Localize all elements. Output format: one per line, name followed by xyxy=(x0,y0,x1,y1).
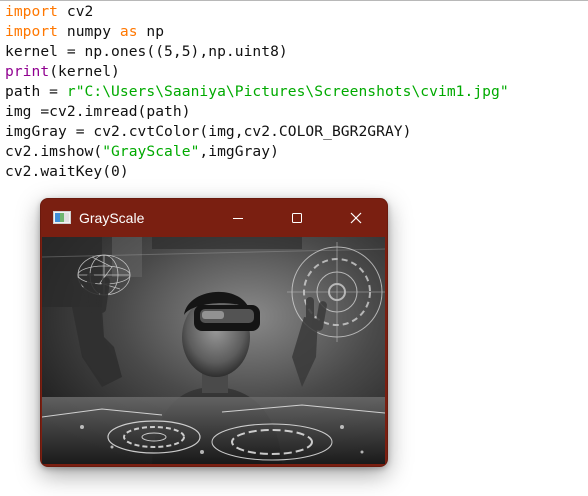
code-lines: import cv2 import numpy as np kernel = np.… xyxy=(5,2,509,182)
code-token: ,imgGray) xyxy=(199,143,279,160)
code-line: cv2.waitKey(0) xyxy=(5,162,509,182)
code-token: kernel = np.ones((5,5),np.uint8) xyxy=(5,43,288,60)
code-line: imgGray = cv2.cvtColor(img,cv2.COLOR_BGR… xyxy=(5,122,509,142)
code-token: cv2.waitKey(0) xyxy=(5,163,129,180)
grayscale-photo xyxy=(42,237,385,464)
grayscale-image xyxy=(42,237,385,464)
minimize-button[interactable] xyxy=(215,199,261,237)
code-token: path = xyxy=(5,83,67,100)
code-token: "GrayScale" xyxy=(102,143,200,160)
code-line: path = r"C:\Users\Saaniya\Pictures\Scree… xyxy=(5,82,509,102)
code-token: as xyxy=(119,23,138,40)
code-token: cv2.imshow( xyxy=(5,143,103,160)
code-token: (kernel) xyxy=(49,63,120,80)
code-line: img =cv2.imread(path) xyxy=(5,102,509,122)
code-token: r"C:\Users\Saaniya\Pictures\Screenshots\… xyxy=(66,83,509,100)
close-icon xyxy=(350,212,362,224)
code-token: import xyxy=(5,23,59,40)
maximize-icon xyxy=(292,213,302,223)
code-token: numpy xyxy=(58,23,120,40)
code-line: import cv2 xyxy=(5,2,509,22)
code-token: import xyxy=(5,3,59,20)
grayscale-window[interactable]: GrayScale xyxy=(40,198,388,467)
code-line: cv2.imshow("GrayScale",imgGray) xyxy=(5,142,509,162)
code-line: print(kernel) xyxy=(5,62,509,82)
code-token: np xyxy=(137,23,165,40)
code-token: imgGray = cv2.cvtColor(img,cv2.COLOR_BGR… xyxy=(5,123,412,140)
code-token: cv2 xyxy=(58,3,94,20)
code-token: img =cv2.imread(path) xyxy=(5,103,191,120)
close-button[interactable] xyxy=(333,199,379,237)
minimize-icon xyxy=(233,218,243,219)
app-icon xyxy=(53,211,71,224)
editor-border xyxy=(0,0,588,1)
maximize-button[interactable] xyxy=(274,199,320,237)
code-line: kernel = np.ones((5,5),np.uint8) xyxy=(5,42,509,62)
code-token: print xyxy=(5,63,50,80)
window-titlebar[interactable]: GrayScale xyxy=(41,199,387,237)
code-line: import numpy as np xyxy=(5,22,509,42)
window-title: GrayScale xyxy=(79,210,145,226)
